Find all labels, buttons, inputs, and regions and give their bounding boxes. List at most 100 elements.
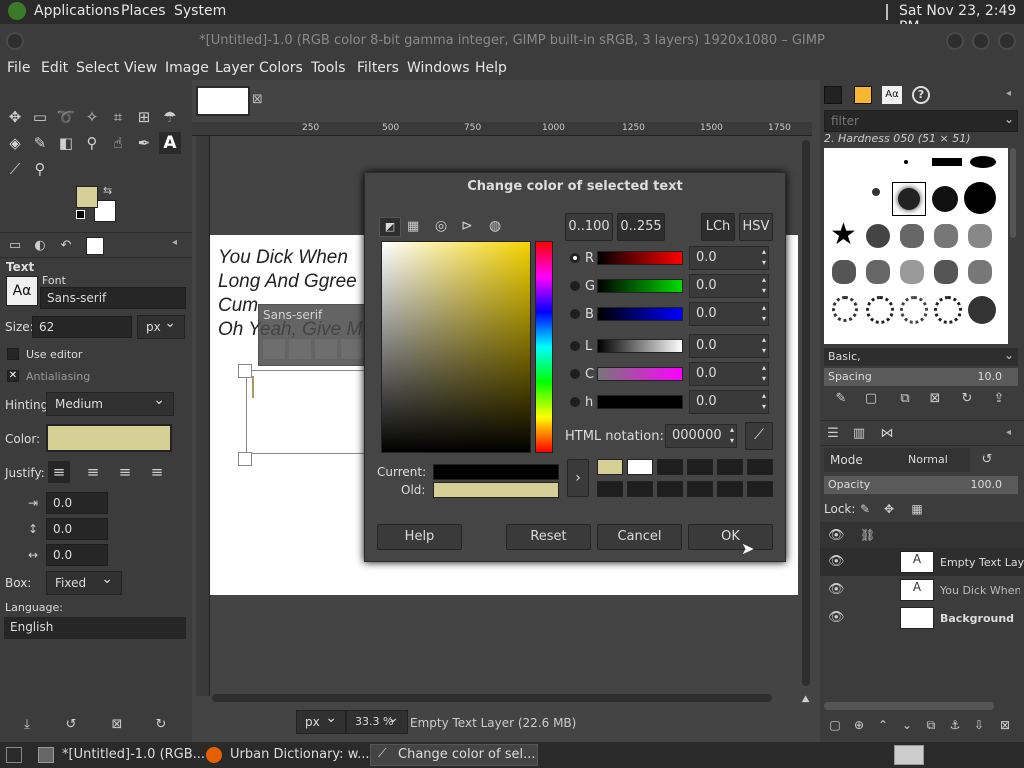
layer-name[interactable]: Background [940, 612, 1014, 625]
layers-tab-icon[interactable]: ☰ [822, 423, 844, 445]
brush-item[interactable] [968, 296, 996, 324]
saturation-value-area[interactable] [381, 241, 531, 453]
lock-pixels-icon[interactable]: ✎ [854, 498, 876, 520]
spacing-slider[interactable]: Spacing 10.0 [824, 368, 1018, 386]
brush-scrollbar[interactable] [1010, 148, 1016, 238]
channel-r-input[interactable]: 0.0 [689, 246, 769, 270]
brush-item[interactable] [866, 260, 890, 284]
chevron-down-icon[interactable]: ⌄ [1004, 112, 1014, 126]
watercolor-selector-tab-icon[interactable]: ◍ [489, 218, 501, 234]
channel-c-slider[interactable] [597, 367, 683, 381]
layers-scrollbar[interactable] [824, 702, 994, 710]
fuzzy-select-tool-icon[interactable]: ✧ [81, 106, 103, 128]
language-input[interactable]: English [4, 617, 186, 639]
history-swatch[interactable] [717, 481, 743, 497]
text-toolbox-font[interactable]: Sans-serif [263, 308, 322, 322]
fonts-tab-icon[interactable]: Aα [882, 86, 902, 104]
text-toolbox-clear-icon[interactable] [263, 339, 285, 359]
brush-item[interactable] [964, 182, 996, 214]
hue-strip[interactable] [535, 241, 553, 453]
font-preview-icon[interactable]: Aα [6, 276, 38, 306]
channel-h-input[interactable]: 0.0 [689, 390, 769, 414]
history-swatch[interactable] [717, 459, 743, 475]
brush-item[interactable] [866, 224, 890, 248]
menu-layer[interactable]: Layer [215, 60, 254, 76]
size-unit-select[interactable]: px [137, 312, 185, 339]
channel-l-slider[interactable] [597, 339, 683, 353]
navigate-icon[interactable]: ⯅ [800, 692, 811, 708]
history-swatch[interactable] [597, 481, 623, 497]
channel-b-input[interactable]: 0.0 [689, 302, 769, 326]
brush-item[interactable]: ★ [830, 220, 857, 250]
edit-brush-icon[interactable]: ✎ [830, 388, 852, 410]
history-swatch[interactable] [657, 481, 683, 497]
channel-c-radio[interactable] [570, 369, 580, 379]
reset-tool-icon[interactable]: ↻ [150, 714, 172, 736]
brush-item[interactable] [932, 158, 962, 166]
mode-select[interactable]: Mode Normal [824, 448, 970, 472]
paintbrush-tool-icon[interactable]: ✎ [29, 132, 51, 154]
open-brush-icon[interactable]: ⇪ [988, 388, 1010, 410]
layer-name[interactable]: You Dick When Y [940, 584, 1020, 597]
help-button[interactable]: Help [377, 524, 462, 550]
channel-r-radio[interactable] [570, 253, 580, 263]
menu-help[interactable]: Help [475, 60, 507, 76]
paths-tool-icon[interactable]: ✒ [133, 132, 155, 154]
configure-tab-icon[interactable]: ◂ [172, 237, 177, 248]
history-swatch[interactable] [657, 459, 683, 475]
images-tab-icon[interactable] [86, 237, 104, 255]
use-editor-checkbox[interactable] [7, 348, 19, 360]
delete-layer-icon[interactable]: ⊠ [994, 714, 1016, 736]
horizontal-scrollbar[interactable] [212, 694, 772, 702]
refresh-brushes-icon[interactable]: ↻ [956, 388, 978, 410]
menu-windows[interactable]: Windows [407, 60, 470, 76]
text-toolbox-kerning-icon[interactable] [315, 339, 337, 359]
gimp-task[interactable]: *[Untitled]-1.0 (RGB... [62, 747, 205, 762]
warp-tool-icon[interactable]: ☂ [159, 106, 181, 128]
size-input[interactable]: 62 [32, 316, 132, 338]
smudge-tool-icon[interactable]: ☝ [107, 132, 129, 154]
vertical-scrollbar[interactable] [802, 140, 810, 686]
brush-item[interactable] [900, 224, 924, 248]
wheel-selector-tab-icon[interactable]: ◎ [435, 218, 447, 234]
history-swatch[interactable] [627, 459, 653, 475]
menu-image[interactable]: Image [165, 60, 209, 76]
save-tool-preset-icon[interactable]: ⤓ [16, 714, 38, 736]
font-input[interactable]: Sans-serif [40, 287, 186, 309]
chevron-down-icon[interactable]: ⌄ [1004, 348, 1014, 362]
color-picker-icon[interactable]: ⟋ [745, 422, 773, 450]
brush-item[interactable] [900, 260, 924, 284]
gimp-task-icon[interactable] [38, 747, 54, 763]
undo-history-tab-icon[interactable]: ↶ [55, 235, 77, 257]
restore-tool-preset-icon[interactable]: ↺ [60, 714, 82, 736]
tool-options-tab-icon[interactable]: ▭ [4, 235, 26, 257]
justify-center-icon[interactable]: ≡ [114, 461, 136, 483]
new-layer-group-icon[interactable]: ▢ [824, 714, 846, 736]
text-box-handle[interactable] [238, 452, 252, 466]
system-menu[interactable]: System [174, 3, 226, 19]
raise-layer-icon[interactable]: ⌃ [872, 714, 894, 736]
anchor-layer-icon[interactable]: ⚓ [944, 714, 966, 736]
menu-colors[interactable]: Colors [259, 60, 303, 76]
help-tab-icon[interactable]: ? [912, 86, 930, 104]
eraser-tool-icon[interactable]: ◧ [55, 132, 77, 154]
range-0-255-button[interactable]: 0..255 [617, 213, 665, 241]
image-tab-thumbnail[interactable] [196, 86, 250, 116]
brush-item[interactable] [970, 156, 996, 168]
layer-visibility-icon[interactable]: 👁 [828, 554, 845, 569]
line-spacing-input[interactable]: 0.0 [46, 518, 108, 540]
paths-tab-icon[interactable]: ⋈ [876, 423, 898, 445]
layer-name[interactable]: Empty Text Laye [940, 556, 1024, 569]
applications-menu[interactable]: Applications [34, 3, 120, 19]
channel-h-radio[interactable] [570, 397, 580, 407]
gimp-selector-tab-icon[interactable]: ◩ [379, 217, 401, 237]
brushes-tab-icon[interactable] [824, 86, 842, 104]
antialiasing-checkbox[interactable]: ✕ [7, 370, 19, 382]
text-toolbox-baseline-icon[interactable] [289, 339, 311, 359]
channel-h-slider[interactable] [597, 395, 683, 409]
range-0-100-button[interactable]: 0..100 [565, 213, 613, 241]
opacity-slider[interactable]: Opacity 100.0 [824, 476, 1018, 494]
delete-brush-icon[interactable]: ⊠ [924, 388, 946, 410]
foreground-color-swatch[interactable] [76, 186, 98, 208]
duplicate-brush-icon[interactable]: ⧉ [894, 388, 916, 410]
